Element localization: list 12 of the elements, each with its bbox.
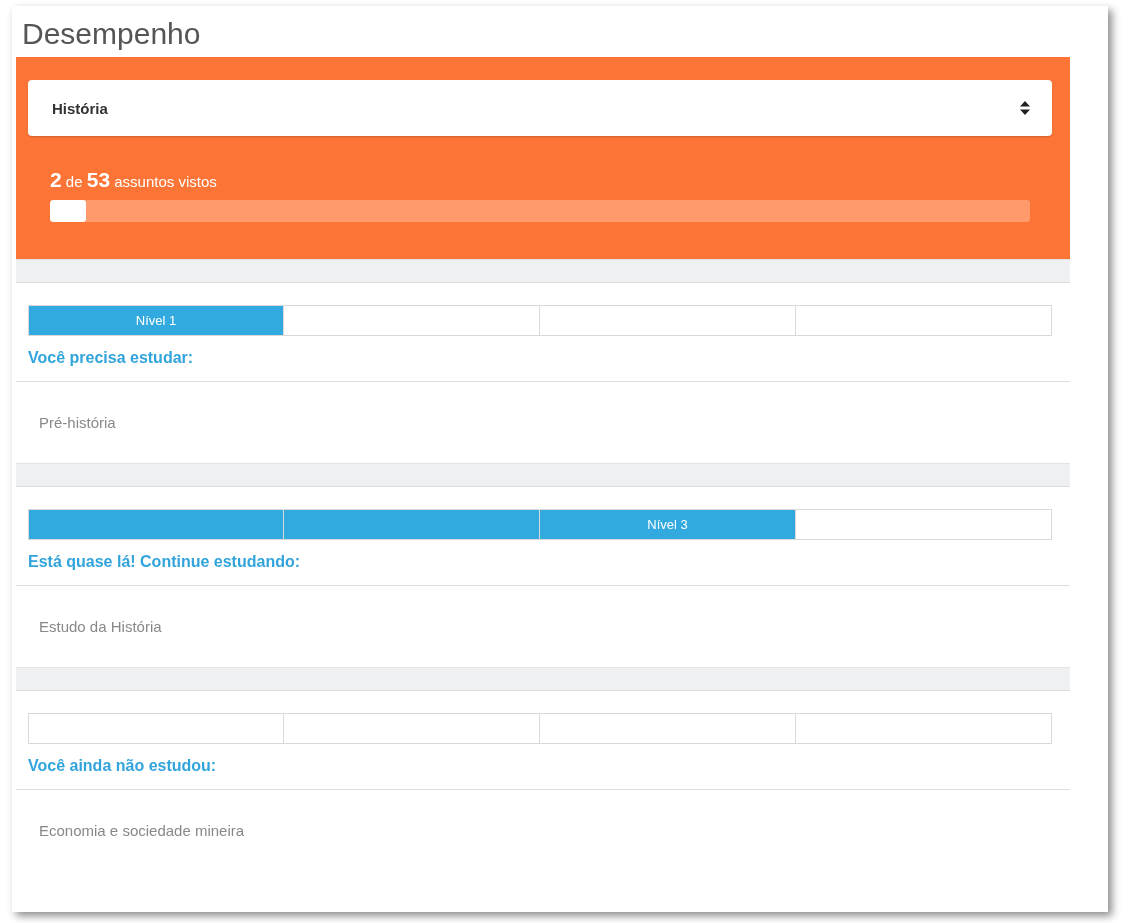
topic-item[interactable]: Economia e sociedade mineira <box>39 822 245 839</box>
section-heading: Você ainda não estudou: <box>28 757 218 776</box>
sort-caret-icon <box>1020 101 1030 115</box>
page-title: Desempenho <box>21 16 202 52</box>
level-segment: Nível 3 <box>539 509 796 540</box>
section-heading: Está quase lá! Continue estudando: <box>28 553 302 572</box>
topic-item[interactable]: Pré-história <box>39 414 116 431</box>
section-heading: Você precisa estudar: <box>28 349 195 368</box>
progress-text: 2 de 53 assuntos vistos <box>50 168 218 192</box>
level-segment: Nível 1 <box>28 305 284 336</box>
subject-select[interactable]: História <box>28 80 1052 136</box>
topic-item[interactable]: Estudo da História <box>39 618 162 635</box>
